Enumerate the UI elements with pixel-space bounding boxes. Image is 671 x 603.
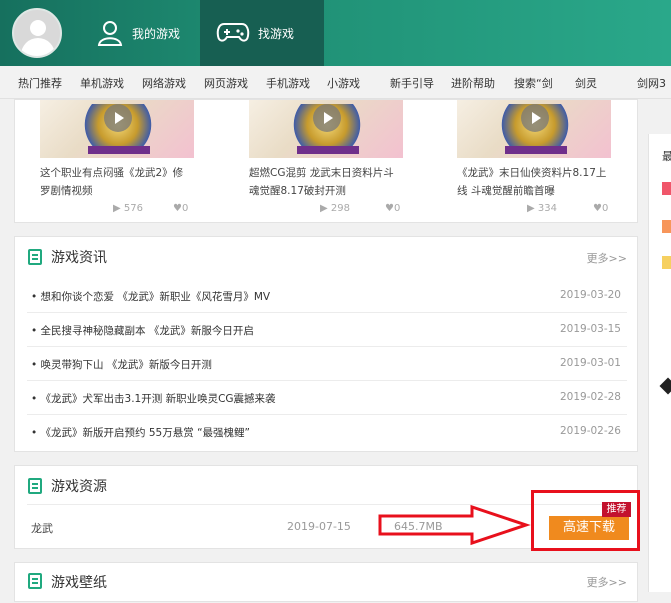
- like-count: 0: [393, 203, 401, 214]
- news-item-title[interactable]: 全民搜寻神秘隐藏副本 《龙武》新服今日开启: [41, 325, 254, 337]
- nav-find-games-label: 找游戏: [258, 26, 295, 41]
- news-item-date: 2019-03-01: [559, 357, 621, 369]
- wallpaper-title: 游戏壁纸: [51, 575, 107, 591]
- resource-date: 2019-07-15: [287, 520, 351, 533]
- news-row[interactable]: • 想和你谈个恋爱 《龙武》新职业《风花雪月》MV 2019-03-20: [27, 279, 627, 313]
- news-more-link[interactable]: 更多>>: [587, 250, 627, 266]
- news-item-title[interactable]: 唤灵带狗下山 《龙武》新版今日开测: [41, 359, 212, 371]
- video-thumbnail[interactable]: [457, 100, 611, 158]
- wallpaper-more-link[interactable]: 更多>>: [587, 574, 627, 590]
- news-item-title[interactable]: 《龙武》新版开启预约 55万悬赏 “最强槐鲤”: [41, 427, 250, 439]
- subnav-item[interactable]: 剑网3: [637, 75, 666, 91]
- play-icon: [104, 104, 132, 132]
- news-row[interactable]: • 唤灵带狗下山 《龙武》新版今日开测 2019-03-01: [27, 347, 627, 381]
- play-count: 298: [330, 203, 350, 214]
- play-icon: [313, 104, 341, 132]
- subnav-item[interactable]: 小游戏: [327, 75, 360, 91]
- news-item-title[interactable]: 《龙武》犬军出击3.1开测 新职业唤灵CG震撼来袭: [41, 393, 276, 405]
- play-count-icon: ▶: [527, 203, 535, 214]
- play-count-icon: ▶: [320, 203, 328, 214]
- video-title[interactable]: 罗剧情视频: [40, 185, 93, 197]
- subnav-item[interactable]: 进阶帮助: [451, 75, 495, 91]
- top-header: 我的游戏 找游戏: [0, 0, 671, 66]
- video-title[interactable]: 线 斗魂觉醒前瞻首曝: [457, 185, 555, 197]
- subnav-item[interactable]: 新手引导: [390, 75, 434, 91]
- like-icon[interactable]: ♥: [173, 203, 182, 214]
- resource-name[interactable]: 龙武: [31, 520, 53, 536]
- gamepad-icon: [216, 21, 250, 45]
- video-title[interactable]: 这个职业有点闷骚《龙武2》修: [40, 167, 183, 179]
- news-header: 游戏资讯 更多>>: [15, 237, 639, 277]
- document-icon: [28, 478, 42, 494]
- news-row[interactable]: • 《龙武》新版开启预约 55万悬赏 “最强槐鲤” 2019-02-26: [27, 415, 627, 449]
- nav-find-games[interactable]: 找游戏: [200, 0, 324, 66]
- play-count-icon: ▶: [113, 203, 121, 214]
- category-subnav: 热门推荐 单机游戏 网络游戏 网页游戏 手机游戏 小游戏 新手引导 进阶帮助 搜…: [0, 66, 671, 99]
- subnav-item[interactable]: 剑灵: [575, 75, 597, 91]
- wallpaper-panel: 游戏壁纸 更多>>: [14, 562, 638, 602]
- user-icon: [96, 19, 124, 47]
- news-item-date: 2019-03-20: [559, 289, 621, 301]
- subnav-item[interactable]: 搜索“剑: [514, 75, 553, 91]
- nav-my-games-label: 我的游戏: [132, 26, 181, 41]
- news-title: 游戏资讯: [51, 250, 107, 266]
- nav-my-games[interactable]: 我的游戏: [88, 0, 200, 66]
- like-icon[interactable]: ♥: [385, 203, 394, 214]
- subnav-item[interactable]: 热门推荐: [18, 75, 62, 91]
- fast-download-button[interactable]: 高速下载: [549, 516, 629, 540]
- video-title[interactable]: 《龙武》末日仙侠资料片8.17上: [457, 167, 606, 179]
- video-thumbnail[interactable]: [249, 100, 403, 158]
- subnav-item[interactable]: 网络游戏: [142, 75, 186, 91]
- sidebar-fragment-label: 最: [662, 150, 671, 163]
- subnav-item[interactable]: 手机游戏: [266, 75, 310, 91]
- play-count: 334: [537, 203, 557, 214]
- news-item-date: 2019-03-15: [559, 323, 621, 335]
- news-item-date: 2019-02-28: [559, 391, 621, 403]
- picture-icon: [28, 573, 42, 589]
- news-panel: 游戏资讯 更多>> • 想和你谈个恋爱 《龙武》新职业《风花雪月》MV 2019-…: [14, 236, 638, 452]
- document-icon: [28, 249, 42, 265]
- play-count: 576: [123, 203, 143, 214]
- right-sidebar: 最: [648, 134, 671, 592]
- like-count: 0: [181, 203, 189, 214]
- video-title[interactable]: 魂觉醒8.17破封开测: [249, 185, 346, 197]
- like-count: 0: [601, 203, 609, 214]
- play-icon: [521, 104, 549, 132]
- subnav-item[interactable]: 单机游戏: [80, 75, 124, 91]
- video-panel: 这个职业有点闷骚《龙武2》修 罗剧情视频 ▶ 576 ♥0 超燃CG混剪 龙武末日…: [14, 99, 638, 223]
- news-row[interactable]: • 《龙武》犬军出击3.1开测 新职业唤灵CG震撼来袭 2019-02-28: [27, 381, 627, 415]
- wallpaper-header: 游戏壁纸 更多>>: [15, 563, 639, 603]
- news-row[interactable]: • 全民搜寻神秘隐藏副本 《龙武》新服今日开启 2019-03-15: [27, 313, 627, 347]
- news-item-date: 2019-02-26: [559, 425, 621, 437]
- like-icon[interactable]: ♥: [593, 203, 602, 214]
- recommend-badge: 推荐: [602, 502, 631, 517]
- news-item-title[interactable]: 想和你谈个恋爱 《龙武》新职业《风花雪月》MV: [41, 291, 271, 303]
- subnav-item[interactable]: 网页游戏: [204, 75, 248, 91]
- user-avatar[interactable]: [12, 8, 62, 58]
- video-thumbnail[interactable]: [40, 100, 194, 158]
- annotation-arrow: [378, 504, 531, 546]
- resources-title: 游戏资源: [51, 479, 107, 495]
- video-title[interactable]: 超燃CG混剪 龙武末日资料片斗: [249, 167, 394, 179]
